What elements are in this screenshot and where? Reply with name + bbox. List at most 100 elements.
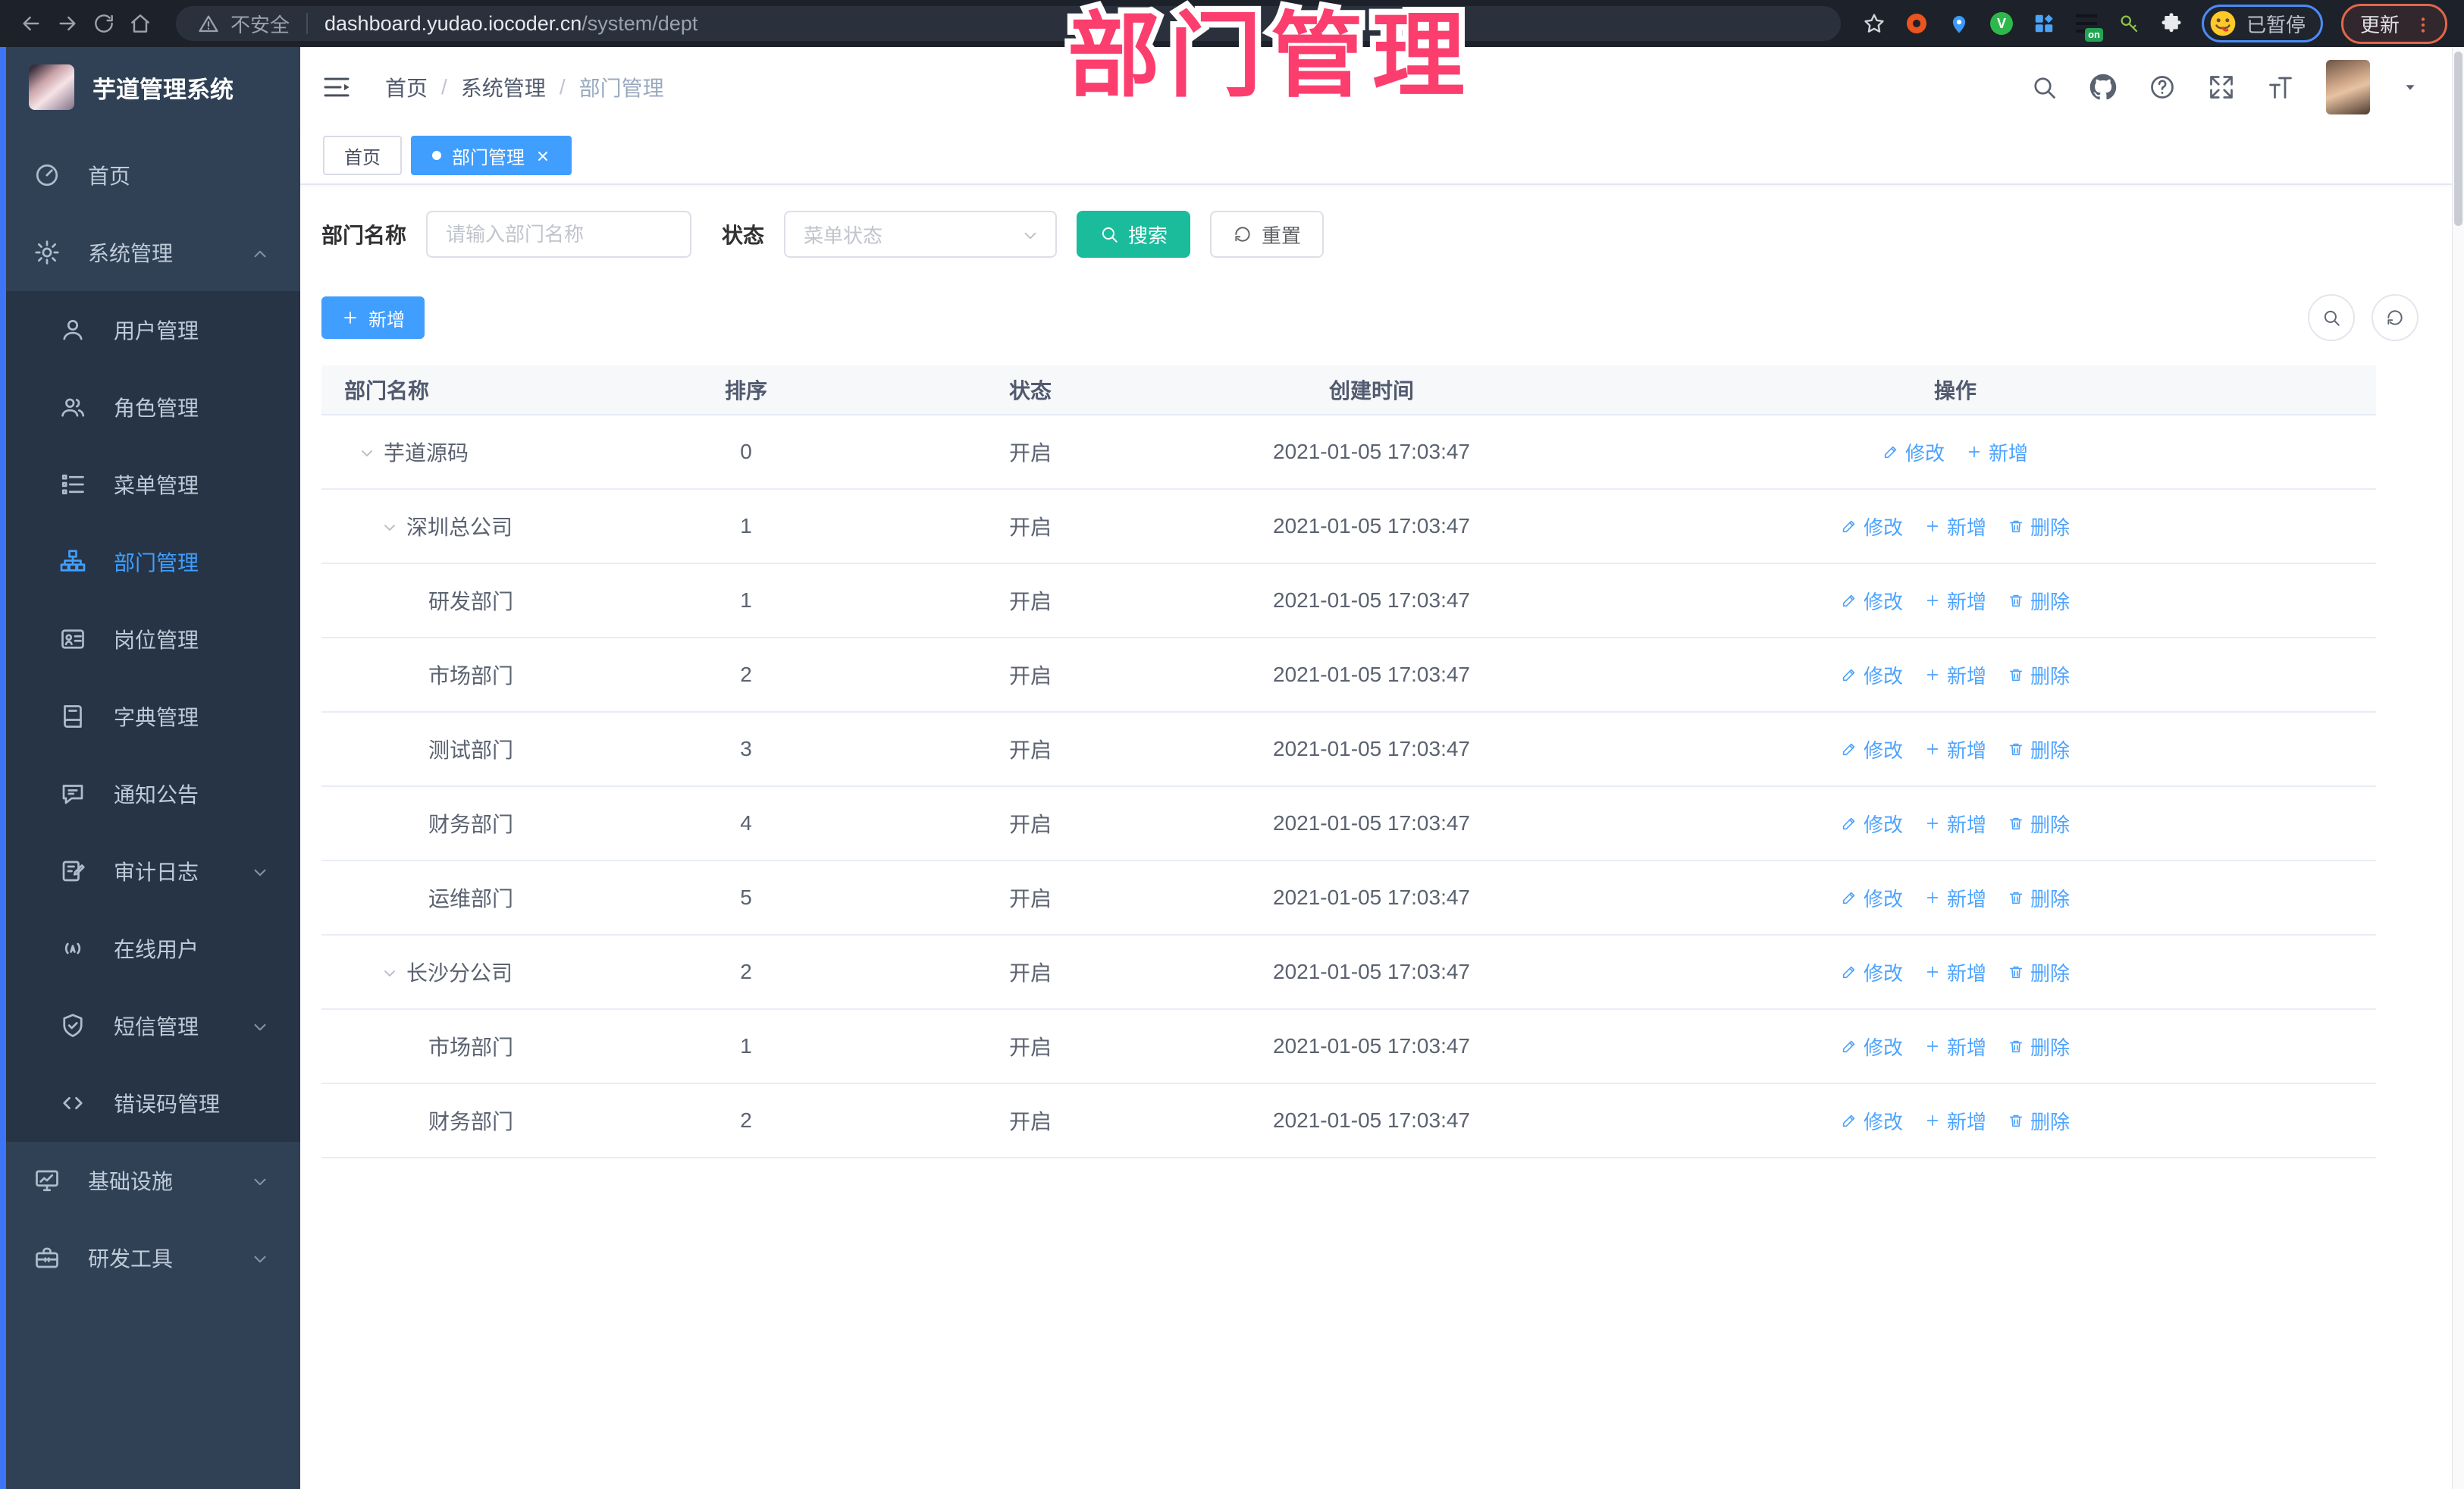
row-action-修改[interactable]: 修改 [1882, 438, 1945, 466]
add-button[interactable]: 新增 [321, 296, 425, 339]
edit-icon [1841, 889, 1857, 906]
sidebar-item-审计日志[interactable]: 审计日志 [0, 832, 300, 910]
row-action-新增[interactable]: 新增 [1924, 1107, 1986, 1135]
close-tab-icon[interactable] [535, 145, 550, 166]
row-action-修改[interactable]: 修改 [1841, 587, 1903, 615]
user-avatar[interactable] [2326, 60, 2370, 114]
add-button-label: 新增 [368, 309, 405, 331]
header-search-icon[interactable] [2030, 74, 2058, 101]
sidebar-item-短信管理[interactable]: 短信管理 [0, 987, 300, 1064]
fullscreen-icon[interactable] [2208, 74, 2235, 101]
toggle-search-button[interactable] [2308, 294, 2355, 341]
paused-extension-badge[interactable]: 已暂停 [2201, 5, 2323, 42]
status-cell: 开启 [1008, 441, 1052, 465]
list-on-ext-icon[interactable]: on [2074, 11, 2103, 42]
search-button[interactable]: 搜索 [1077, 211, 1191, 258]
sidebar-item-在线用户[interactable]: 在线用户 [0, 910, 300, 987]
sidebar-item-通知公告[interactable]: 通知公告 [0, 755, 300, 832]
browser-menu-dots-icon[interactable] [2413, 12, 2433, 36]
scrollbar-thumb[interactable] [2454, 52, 2462, 226]
v-badge-ext-icon[interactable]: V [1989, 11, 2014, 36]
grid-ext-icon[interactable] [2032, 11, 2056, 36]
row-action-新增[interactable]: 新增 [1924, 810, 1986, 838]
sidebar-logo-row[interactable]: 芋道管理系统 [0, 47, 300, 127]
sidebar-item-首页[interactable]: 首页 [0, 136, 300, 214]
sidebar-item-用户管理[interactable]: 用户管理 [0, 291, 300, 368]
sidebar-item-研发工具[interactable]: 研发工具 [0, 1219, 300, 1296]
sidebar-item-错误码管理[interactable]: 错误码管理 [0, 1064, 300, 1142]
row-action-删除[interactable]: 删除 [2008, 587, 2070, 615]
id-card-icon [59, 625, 86, 653]
browser-toolbar: 不安全 dashboard.yudao.iocoder.cn/system/de… [0, 0, 2464, 47]
expand-row-icon[interactable] [381, 960, 399, 984]
row-action-删除[interactable]: 删除 [2008, 735, 2070, 763]
sort-cell: 5 [740, 886, 752, 909]
font-size-icon[interactable] [2267, 74, 2294, 101]
key-ext-icon[interactable] [2117, 11, 2141, 36]
address-bar[interactable]: 不安全 dashboard.yudao.iocoder.cn/system/de… [176, 6, 1841, 41]
help-icon[interactable] [2149, 74, 2176, 101]
breadcrumb-item[interactable]: 系统管理 [461, 72, 546, 102]
row-action-修改[interactable]: 修改 [1841, 661, 1903, 689]
row-action-新增[interactable]: 新增 [1924, 958, 1986, 986]
table-row: 财务部门 4 开启 2021-01-05 17:03:47 修改 新增 删除 [321, 787, 2376, 861]
sidebar-item-角色管理[interactable]: 角色管理 [0, 368, 300, 446]
sidebar-item-字典管理[interactable]: 字典管理 [0, 678, 300, 755]
location-pin-ext-icon[interactable] [1947, 11, 1971, 36]
row-action-新增[interactable]: 新增 [1924, 735, 1986, 763]
row-action-修改[interactable]: 修改 [1841, 513, 1903, 541]
browser-reload-button[interactable] [89, 9, 118, 38]
dept-name-input[interactable] [426, 211, 692, 258]
plus-icon [1924, 666, 1941, 683]
collapse-sidebar-button[interactable] [321, 72, 352, 102]
browser-update-button[interactable]: 更新 [2340, 3, 2447, 44]
dashboard-icon [33, 161, 61, 189]
row-action-新增[interactable]: 新增 [1924, 884, 1986, 912]
browser-home-button[interactable] [126, 9, 155, 38]
row-action-删除[interactable]: 删除 [2008, 958, 2070, 986]
refresh-table-button[interactable] [2372, 294, 2419, 341]
row-action-新增[interactable]: 新增 [1924, 587, 1986, 615]
sidebar-item-菜单管理[interactable]: 菜单管理 [0, 446, 300, 523]
row-action-新增[interactable]: 新增 [1924, 1033, 1986, 1061]
row-action-删除[interactable]: 删除 [2008, 661, 2070, 689]
action-label: 删除 [2030, 738, 2071, 762]
user-menu-caret-icon[interactable] [2402, 79, 2419, 96]
row-action-修改[interactable]: 修改 [1841, 735, 1903, 763]
reset-button[interactable]: 重置 [1210, 211, 1324, 258]
row-action-新增[interactable]: 新增 [1966, 438, 2028, 466]
row-action-删除[interactable]: 删除 [2008, 513, 2070, 541]
browser-forward-button[interactable] [53, 9, 82, 38]
row-action-新增[interactable]: 新增 [1924, 513, 1986, 541]
expand-row-icon[interactable] [381, 514, 399, 538]
page-scrollbar[interactable] [2452, 47, 2464, 1489]
sidebar-item-部门管理[interactable]: 部门管理 [0, 523, 300, 600]
action-label: 新增 [1946, 1110, 1986, 1133]
row-action-修改[interactable]: 修改 [1841, 884, 1903, 912]
bookmark-star-icon[interactable] [1862, 11, 1886, 36]
expand-row-icon[interactable] [358, 440, 376, 464]
row-action-修改[interactable]: 修改 [1841, 1107, 1903, 1135]
sidebar-item-基础设施[interactable]: 基础设施 [0, 1142, 300, 1219]
puzzle-ext-icon[interactable] [2159, 11, 2183, 36]
ubuntu-ext-icon[interactable] [1904, 11, 1929, 36]
row-action-修改[interactable]: 修改 [1841, 810, 1903, 838]
tab-部门管理[interactable]: 部门管理 [411, 136, 572, 175]
tab-首页[interactable]: 首页 [323, 136, 402, 175]
key-ext-icon [2118, 12, 2140, 35]
row-action-删除[interactable]: 删除 [2008, 1033, 2070, 1061]
row-action-修改[interactable]: 修改 [1841, 958, 1903, 986]
row-action-新增[interactable]: 新增 [1924, 661, 1986, 689]
table-row: 测试部门 3 开启 2021-01-05 17:03:47 修改 新增 删除 [321, 713, 2376, 787]
github-icon[interactable] [2089, 74, 2117, 101]
browser-back-button[interactable] [17, 9, 45, 38]
row-action-删除[interactable]: 删除 [2008, 810, 2070, 838]
row-action-删除[interactable]: 删除 [2008, 1107, 2070, 1135]
sidebar-item-系统管理[interactable]: 系统管理 [0, 214, 300, 291]
breadcrumb-item[interactable]: 首页 [385, 72, 428, 102]
row-action-修改[interactable]: 修改 [1841, 1033, 1903, 1061]
status-select[interactable]: 菜单状态 [784, 211, 1058, 258]
row-action-删除[interactable]: 删除 [2008, 884, 2070, 912]
sidebar-item-岗位管理[interactable]: 岗位管理 [0, 600, 300, 678]
chevron-down-icon [250, 1172, 270, 1192]
